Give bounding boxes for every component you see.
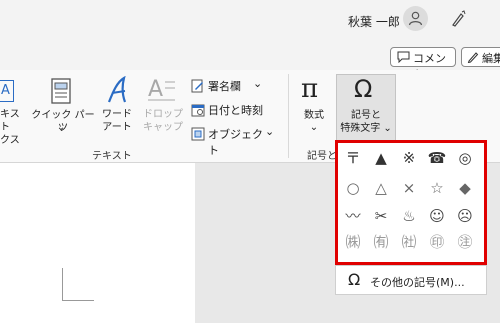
- avatar[interactable]: [403, 6, 428, 31]
- more-symbols-item[interactable]: Ω その他の記号(M)...: [335, 265, 487, 295]
- symbol-label: 記号と 特殊文字 ⌄: [340, 110, 392, 134]
- wordart-label[interactable]: ワード アート: [100, 108, 134, 134]
- group-separator: [288, 74, 289, 158]
- symbol-cell[interactable]: 〰: [339, 205, 367, 227]
- edit-button[interactable]: 編集: [461, 47, 500, 67]
- pi-icon[interactable]: π: [301, 74, 318, 104]
- object-button[interactable]: オブジェクト ⌄: [191, 125, 274, 157]
- symbol-cell[interactable]: ㊞: [423, 231, 451, 253]
- symbol-cell[interactable]: ㊟: [451, 231, 479, 253]
- symbol-cell[interactable]: ㈳: [395, 231, 423, 253]
- pen-icon[interactable]: [448, 9, 468, 29]
- symbol-cell[interactable]: ㈲: [367, 231, 395, 253]
- symbol-cell[interactable]: ○: [339, 177, 367, 199]
- date-time-button[interactable]: 日付と時刻: [191, 102, 271, 118]
- symbol-cell[interactable]: ㈱: [339, 231, 367, 253]
- quick-parts-chevron-icon[interactable]: ⌄: [56, 121, 66, 134]
- calendar-icon: [191, 104, 205, 117]
- more-symbols-label: その他の記号(M)...: [370, 276, 465, 289]
- quick-parts-icon[interactable]: [50, 78, 72, 104]
- edit-label: 編集: [482, 52, 500, 65]
- signature-label: 署名欄: [208, 80, 241, 93]
- object-icon: [191, 127, 205, 141]
- wordart-icon[interactable]: [105, 75, 131, 104]
- symbol-cell[interactable]: ✂: [367, 205, 395, 227]
- symbol-cell[interactable]: ◆: [451, 177, 479, 199]
- signature-chevron-icon[interactable]: ⌄: [253, 77, 262, 90]
- symbol-button[interactable]: Ω 記号と 特殊文字 ⌄: [336, 74, 396, 146]
- dropcap-label: ドロップ キャップ: [143, 109, 183, 133]
- dropcap-icon: A: [148, 76, 176, 104]
- date-time-label: 日付と時刻: [208, 104, 263, 117]
- symbol-cell[interactable]: 〒: [339, 147, 367, 169]
- signature-line-button[interactable]: 署名欄 ⌄: [191, 77, 262, 94]
- symbol-cell[interactable]: ※: [395, 147, 423, 169]
- symbol-gallery: 〒 ▲ ※ ☎ ◎ ○ △ × ☆ ◆ 〰 ✂ ♨ ☺ ☹ ㈱㈲㈳㊞㊟: [335, 140, 487, 265]
- symbol-cell[interactable]: ◎: [451, 147, 479, 169]
- comment-button[interactable]: コメント: [390, 47, 456, 81]
- omega-icon: Ω: [348, 270, 361, 289]
- symbol-cell[interactable]: ☹: [451, 205, 479, 227]
- text-group-label: テキスト: [92, 151, 132, 162]
- margin-corner-mark: [62, 268, 63, 300]
- margin-corner-mark: [62, 300, 94, 301]
- document-page[interactable]: [0, 163, 195, 323]
- pencil-icon: [467, 52, 479, 63]
- omega-icon: Ω: [354, 75, 373, 103]
- comment-icon: [397, 51, 410, 63]
- object-chevron-icon[interactable]: ⌄: [265, 125, 274, 138]
- symbol-cell[interactable]: ♨: [395, 205, 423, 227]
- object-label: オブジェクト: [208, 128, 263, 157]
- textbox-icon[interactable]: A: [0, 80, 14, 102]
- symbol-cell[interactable]: ×: [395, 177, 423, 199]
- person-icon: [408, 11, 423, 26]
- textbox-label[interactable]: キスト クス: [0, 108, 24, 147]
- symbol-cell[interactable]: ☆: [423, 177, 451, 199]
- equation-chevron-icon[interactable]: ⌄: [309, 121, 319, 134]
- symbol-cell[interactable]: ☎: [423, 147, 451, 169]
- svg-text:A: A: [148, 77, 163, 102]
- symbol-cell[interactable]: △: [367, 177, 395, 199]
- signature-icon: [191, 79, 203, 93]
- symbol-cell[interactable]: ☺: [423, 205, 451, 227]
- symbol-cell[interactable]: ▲: [367, 147, 395, 169]
- symbols-group-label: 記号と: [307, 151, 337, 162]
- user-name: 秋葉 一郎: [348, 15, 400, 29]
